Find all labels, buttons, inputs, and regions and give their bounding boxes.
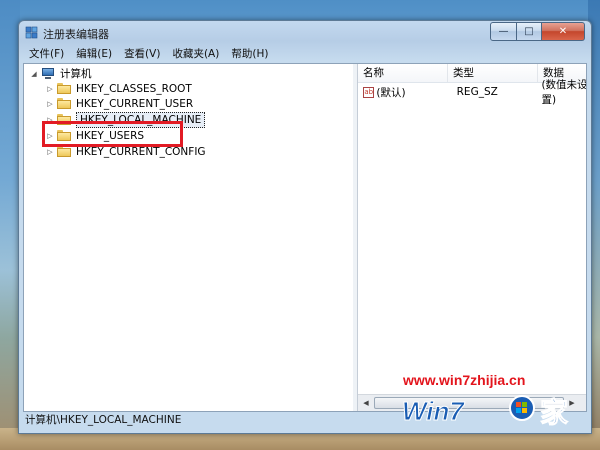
minimize-icon: — <box>498 26 509 37</box>
column-header-name[interactable]: 名称 <box>358 64 448 82</box>
tree-item-label: HKEY_CLASSES_ROOT <box>76 82 192 95</box>
minimize-button[interactable]: — <box>490 22 517 41</box>
svg-text:Win7: Win7 <box>402 396 465 426</box>
menu-favorites[interactable]: 收藏夹(A) <box>166 45 225 63</box>
values-list[interactable]: 名称 类型 数据 ab (默认) REG_SZ (数值未设置) ◀ ▶ <box>358 64 586 411</box>
collapsed-arrow-icon[interactable]: ▷ <box>46 85 54 93</box>
title-bar[interactable]: 注册表编辑器 — □ ✕ <box>19 21 591 45</box>
folder-icon <box>57 146 71 157</box>
regedit-icon <box>25 26 39 40</box>
folder-icon <box>57 98 71 109</box>
column-header-type[interactable]: 类型 <box>448 64 538 82</box>
red-highlight-box <box>42 121 183 147</box>
close-button[interactable]: ✕ <box>542 22 585 41</box>
list-item[interactable]: ab (默认) REG_SZ (数值未设置) <box>358 79 586 106</box>
desktop-background <box>0 0 20 450</box>
caption-buttons: — □ ✕ <box>490 22 585 41</box>
value-data: (数值未设置) <box>541 79 586 106</box>
tree-item-hkey-classes-root[interactable]: ▷ HKEY_CLASSES_ROOT <box>46 81 192 96</box>
expanded-arrow-icon[interactable]: ◢ <box>30 70 38 78</box>
folder-icon <box>57 83 71 94</box>
editor-client-area: ◢ 计算机 ▷ HKEY_CLASSES_ROOT ▷ HKEY_CURRENT… <box>23 63 587 412</box>
value-type: REG_SZ <box>456 86 498 98</box>
menu-file[interactable]: 文件(F) <box>23 45 70 63</box>
menu-view[interactable]: 查看(V) <box>118 45 166 63</box>
tree-item-label: 计算机 <box>60 68 92 80</box>
collapsed-arrow-icon[interactable]: ▷ <box>46 100 54 108</box>
value-name: (默认) <box>376 86 406 99</box>
window-title: 注册表编辑器 <box>43 28 109 41</box>
tree-item-computer[interactable]: ◢ 计算机 <box>30 66 92 81</box>
watermark-url: www.win7zhijia.cn <box>403 372 526 388</box>
win7zhijia-logo: Win7 家 <box>398 390 588 430</box>
string-value-icon: ab <box>363 86 375 98</box>
tree-item-label: HKEY_CURRENT_CONFIG <box>76 145 206 158</box>
menu-edit[interactable]: 编辑(E) <box>70 45 118 63</box>
maximize-button[interactable]: □ <box>517 22 542 41</box>
maximize-icon: □ <box>524 26 534 37</box>
collapsed-arrow-icon[interactable]: ▷ <box>46 148 54 156</box>
tree-item-label: HKEY_CURRENT_USER <box>76 97 194 110</box>
close-icon: ✕ <box>558 26 568 37</box>
scroll-left-icon[interactable]: ◀ <box>358 395 374 411</box>
status-path: 计算机\HKEY_LOCAL_MACHINE <box>25 414 182 426</box>
svg-text:家: 家 <box>540 396 568 429</box>
menu-help[interactable]: 帮助(H) <box>225 45 274 63</box>
computer-icon <box>41 67 55 80</box>
menu-bar: 文件(F) 编辑(E) 查看(V) 收藏夹(A) 帮助(H) <box>23 45 586 63</box>
tree-item-hkey-current-user[interactable]: ▷ HKEY_CURRENT_USER <box>46 96 193 111</box>
registry-tree[interactable]: ◢ 计算机 ▷ HKEY_CLASSES_ROOT ▷ HKEY_CURRENT… <box>24 64 354 411</box>
